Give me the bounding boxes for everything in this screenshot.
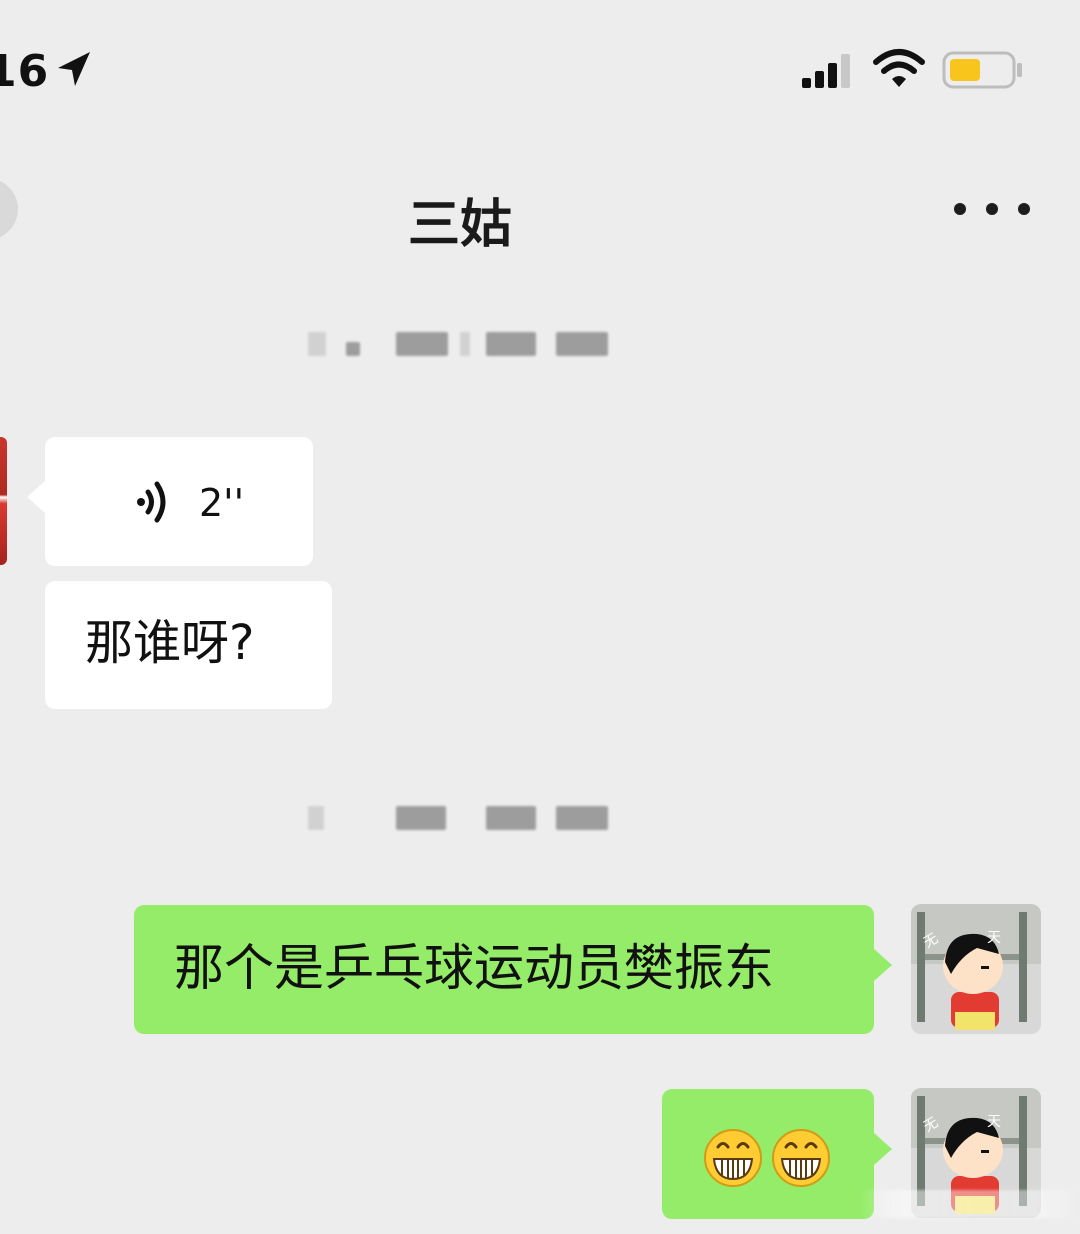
voice-message-bubble[interactable]: 2'': [27, 437, 313, 566]
outgoing-emoji-bubble[interactable]: [662, 1089, 892, 1219]
svg-text:天: 天: [987, 1114, 1001, 1130]
status-bar: 16: [0, 40, 1080, 100]
outgoing-message-text: 那个是乒乓球运动员樊振东: [174, 939, 774, 997]
grinning-face-icon: [772, 1129, 830, 1187]
bubble-tail: [874, 949, 892, 981]
location-arrow-icon: [58, 52, 90, 86]
voice-duration: 2'': [199, 481, 245, 525]
outgoing-text-bubble[interactable]: 那个是乒乓球运动员樊振东: [134, 905, 892, 1034]
bubble-tail: [874, 1133, 892, 1165]
blurred-timestamp: [300, 796, 640, 840]
more-dot-icon: [1018, 203, 1030, 215]
watermark-overlay: [860, 1190, 1080, 1218]
chat-title: 三姑: [407, 195, 512, 255]
chat-header: 三姑: [0, 160, 1080, 260]
more-dot-icon: [986, 203, 998, 215]
voice-wave-icon: [137, 481, 166, 523]
chat-screen: 16 三姑 2'' 那谁呀? 那个是乒乓球运动员樊振东 无 天 无 天: [0, 0, 1080, 1234]
more-options-button[interactable]: [954, 192, 1030, 226]
status-time: 16: [0, 46, 50, 97]
contact-avatar[interactable]: [0, 437, 7, 565]
svg-text:天: 天: [987, 930, 1001, 946]
grinning-face-icon: [704, 1129, 762, 1187]
battery-icon: [942, 51, 1022, 89]
incoming-text-bubble[interactable]: 那谁呀?: [45, 581, 332, 709]
cellular-signal-icon: [802, 54, 850, 88]
wifi-icon: [873, 49, 925, 87]
more-dot-icon: [954, 203, 966, 215]
cartoon-avatar-icon: 无 天: [911, 904, 1041, 1034]
bubble-tail: [27, 481, 45, 513]
blurred-timestamp: [300, 322, 640, 366]
my-avatar[interactable]: 无 天: [911, 904, 1041, 1034]
